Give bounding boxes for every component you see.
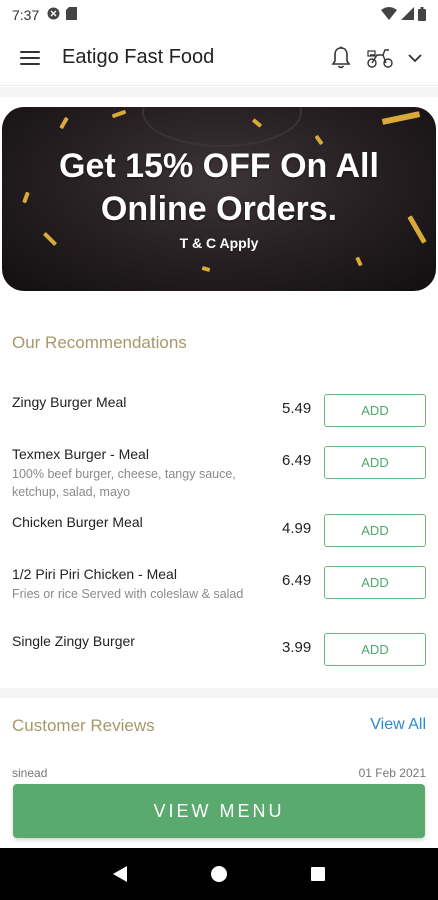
system-nav-bar	[0, 848, 438, 900]
banner-terms: T & C Apply	[179, 235, 259, 251]
view-all-link[interactable]: View All	[370, 716, 426, 734]
battery-icon	[418, 6, 426, 24]
item-price: 3.99	[282, 639, 312, 656]
view-menu-button[interactable]: VIEW MENU	[13, 784, 425, 838]
back-icon[interactable]	[100, 854, 140, 894]
reviews-title: Customer Reviews	[12, 716, 155, 735]
add-button[interactable]: ADD	[324, 566, 426, 599]
item-name: 1/2 Piri Piri Chicken - Meal	[12, 566, 177, 582]
streamer-decoration	[142, 107, 302, 147]
reviewer-name: sinead	[12, 766, 48, 780]
item-price: 5.49	[282, 400, 312, 417]
confetti-decoration	[59, 116, 69, 130]
add-button[interactable]: ADD	[324, 394, 426, 427]
menu-item: Zingy Burger Meal 5.49 ADD	[0, 394, 438, 434]
delivery-scooter-icon[interactable]	[366, 47, 394, 69]
app-bar: Eatigo Fast Food	[0, 30, 438, 86]
signal-icon	[401, 7, 414, 23]
recents-icon[interactable]	[298, 854, 338, 894]
menu-item: Chicken Burger Meal 4.99 ADD	[0, 514, 438, 554]
banner-headline: Get 15% OFF On All Online Orders.	[59, 147, 379, 228]
item-price: 6.49	[282, 452, 312, 469]
home-icon[interactable]	[199, 854, 239, 894]
item-description: Fries or rice Served with coleslaw & sal…	[12, 587, 244, 601]
add-button[interactable]: ADD	[324, 514, 426, 547]
item-name: Texmex Burger - Meal	[12, 446, 149, 462]
item-name: Single Zingy Burger	[12, 633, 135, 649]
confetti-decoration	[314, 134, 324, 146]
hamburger-menu-icon[interactable]	[16, 48, 44, 68]
section-separator	[0, 688, 438, 698]
sim-card-icon	[66, 7, 78, 23]
app-notification-icon	[47, 7, 60, 23]
confetti-decoration	[381, 111, 421, 125]
add-button[interactable]: ADD	[324, 633, 426, 666]
app-title: Eatigo Fast Food	[62, 46, 215, 68]
wifi-icon	[381, 7, 397, 23]
bell-icon[interactable]	[330, 46, 352, 70]
section-separator	[0, 87, 438, 97]
item-price: 6.49	[282, 572, 312, 589]
item-price: 4.99	[282, 520, 312, 537]
menu-item: Single Zingy Burger 3.99 ADD	[0, 633, 438, 673]
confetti-decoration	[201, 266, 211, 272]
menu-item: 1/2 Piri Piri Chicken - Meal Fries or ri…	[0, 566, 438, 622]
status-time: 7:37	[12, 7, 40, 23]
confetti-decoration	[355, 256, 363, 267]
item-name: Chicken Burger Meal	[12, 514, 143, 530]
review-date: 01 Feb 2021	[358, 766, 426, 780]
review-peek: sinead 01 Feb 2021	[12, 766, 426, 780]
item-name: Zingy Burger Meal	[12, 394, 127, 410]
confetti-decoration	[111, 109, 127, 119]
recommendations-title: Our Recommendations	[12, 333, 187, 352]
menu-item: Texmex Burger - Meal 100% beef burger, c…	[0, 446, 438, 502]
promo-banner[interactable]: Get 15% OFF On All Online Orders. T & C …	[2, 107, 436, 291]
status-bar: 7:37	[0, 0, 438, 30]
add-button[interactable]: ADD	[324, 446, 426, 479]
chevron-down-icon[interactable]	[408, 53, 422, 63]
item-description: 100% beef burger, cheese, tangy sauce, k…	[12, 467, 236, 499]
